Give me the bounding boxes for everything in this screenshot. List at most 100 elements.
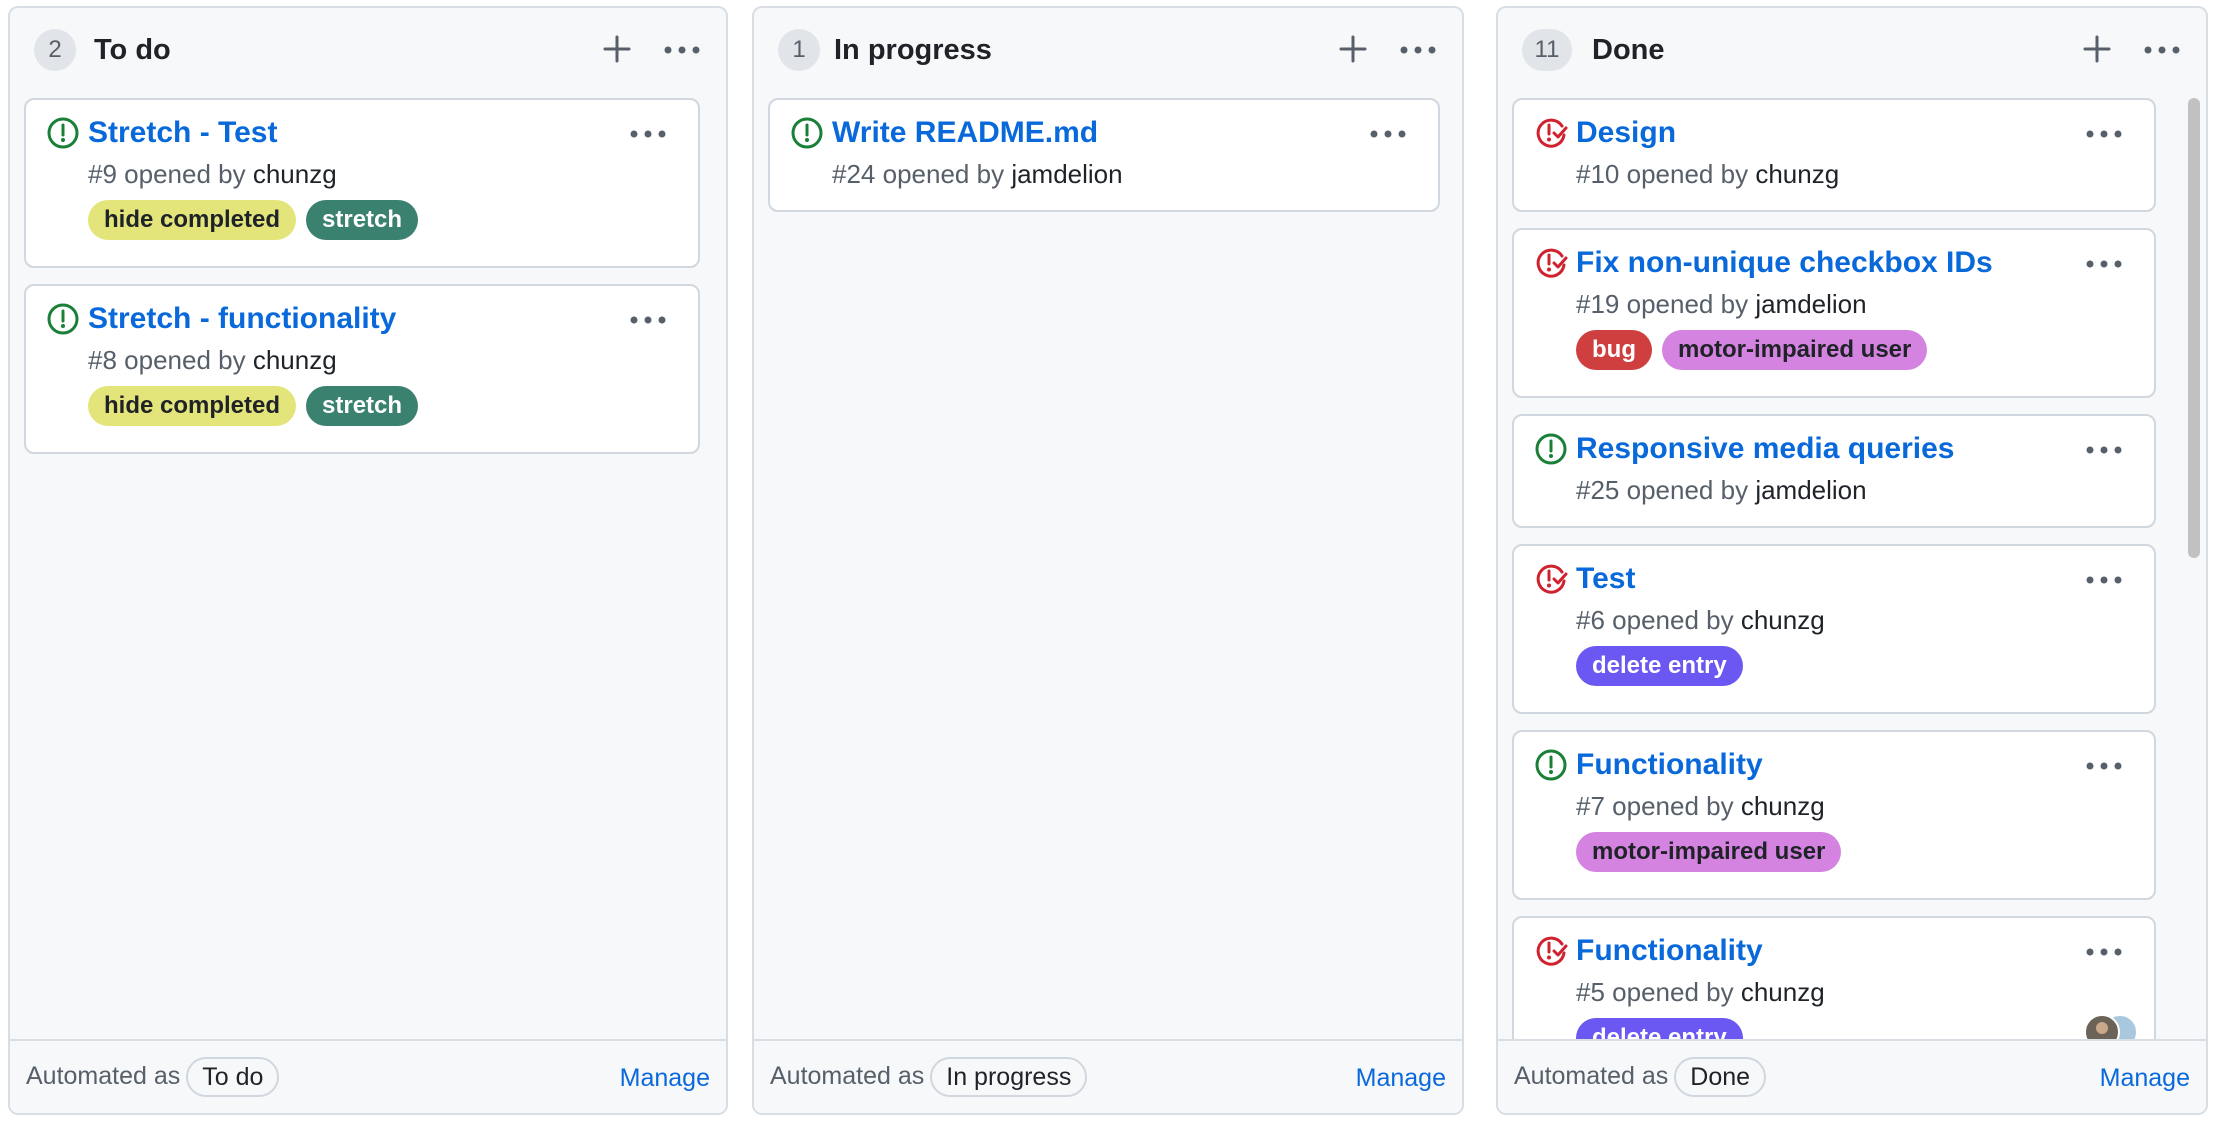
label-delete-entry[interactable]: delete entry bbox=[1576, 1018, 1743, 1041]
label-list: delete entry bbox=[1576, 646, 1743, 686]
column-to-do: 2 To do Stretch - Test #9 opened by chun… bbox=[8, 6, 728, 1115]
issue-card[interactable]: Functionality #5 opened by chunzg delete… bbox=[1512, 916, 2156, 1041]
opened-by-text: opened by bbox=[1612, 605, 1734, 635]
issue-card[interactable]: Design #10 opened by chunzg bbox=[1512, 98, 2156, 212]
label-motor-impaired-user[interactable]: motor-impaired user bbox=[1661, 330, 1928, 370]
automation-badge: To do bbox=[186, 1057, 280, 1098]
card-menu-kebab-icon[interactable] bbox=[2084, 440, 2124, 460]
opened-by-text: opened by bbox=[1626, 289, 1749, 319]
issue-title-link[interactable]: Stretch - functionality bbox=[88, 300, 396, 338]
column-header: 11 Done bbox=[1498, 8, 2206, 96]
issue-author-link[interactable]: jamdelion bbox=[1755, 475, 1866, 505]
column-title: To do bbox=[94, 34, 171, 66]
issue-author-link[interactable]: chunzg bbox=[1755, 159, 1839, 189]
automated-as-text: Automated as bbox=[26, 1062, 181, 1090]
column-in-progress: 1 In progress Write README.md #24 opened… bbox=[752, 6, 1464, 1115]
issue-card[interactable]: Stretch - Test #9 opened by chunzg hide … bbox=[24, 98, 700, 268]
label-hide-completed[interactable]: hide completed bbox=[88, 386, 297, 426]
issue-closed-icon bbox=[1534, 116, 1568, 150]
issue-card[interactable]: Write README.md #24 opened by jamdelion bbox=[768, 98, 1440, 212]
column-footer: Automated as In progress Manage bbox=[754, 1039, 1462, 1113]
label-hide-completed[interactable]: hide completed bbox=[88, 200, 297, 240]
card-menu-kebab-icon[interactable] bbox=[2084, 942, 2124, 962]
manage-automation-link[interactable]: Manage bbox=[620, 1059, 710, 1097]
opened-by-text: opened by bbox=[124, 159, 246, 189]
issue-card[interactable]: Test #6 opened by chunzg delete entry bbox=[1512, 544, 2156, 714]
issue-title-link[interactable]: Write README.md bbox=[832, 114, 1098, 152]
issue-card[interactable]: Stretch - functionality #8 opened by chu… bbox=[24, 284, 700, 454]
add-card-plus-icon[interactable] bbox=[600, 32, 634, 66]
card-menu-kebab-icon[interactable] bbox=[2084, 756, 2124, 776]
label-bug[interactable]: bug bbox=[1576, 330, 1652, 370]
issue-card[interactable]: Functionality #7 opened by chunzg motor-… bbox=[1512, 730, 2156, 900]
label-stretch[interactable]: stretch bbox=[306, 200, 419, 240]
automation-info: Automated as In progress bbox=[770, 1057, 1088, 1098]
issue-title-link[interactable]: Functionality bbox=[1576, 932, 1763, 970]
column-menu-kebab-icon[interactable] bbox=[1398, 40, 1438, 60]
automation-badge: Done bbox=[1674, 1057, 1767, 1098]
opened-by-text: opened by bbox=[1626, 159, 1749, 189]
issue-opened-icon bbox=[46, 116, 80, 150]
manage-automation-link[interactable]: Manage bbox=[2100, 1059, 2190, 1097]
opened-by-text: opened by bbox=[882, 159, 1005, 189]
card-menu-kebab-icon[interactable] bbox=[628, 310, 668, 330]
column-header: 2 To do bbox=[10, 8, 726, 96]
column-count-badge: 2 bbox=[34, 29, 76, 71]
issue-number: #9 bbox=[88, 159, 117, 189]
opened-by-text: opened by bbox=[1612, 977, 1734, 1007]
card-list: Design #10 opened by chunzg Fix non-uniq… bbox=[1512, 92, 2176, 1041]
card-menu-kebab-icon[interactable] bbox=[628, 124, 668, 144]
card-menu-kebab-icon[interactable] bbox=[2084, 254, 2124, 274]
label-list: motor-impaired user bbox=[1576, 832, 1842, 872]
issue-author-link[interactable]: chunzg bbox=[253, 345, 337, 375]
issue-title-link[interactable]: Responsive media queries bbox=[1576, 430, 1955, 468]
add-card-plus-icon[interactable] bbox=[2080, 32, 2114, 66]
column-menu-kebab-icon[interactable] bbox=[662, 40, 702, 60]
automation-info: Automated as Done bbox=[1514, 1057, 1767, 1098]
issue-number: #10 bbox=[1576, 159, 1620, 189]
issue-title-link[interactable]: Design bbox=[1576, 114, 1676, 152]
issue-title-link[interactable]: Test bbox=[1576, 560, 1635, 598]
column-header: 1 In progress bbox=[754, 8, 1462, 96]
column-footer: Automated as Done Manage bbox=[1498, 1039, 2206, 1113]
automated-as-text: Automated as bbox=[770, 1062, 925, 1090]
issue-author-link[interactable]: chunzg bbox=[1741, 791, 1825, 821]
issue-number: #6 bbox=[1576, 605, 1605, 635]
column-scrollbar[interactable] bbox=[2188, 98, 2200, 558]
issue-meta: #6 opened by chunzg bbox=[1576, 603, 1825, 637]
add-card-plus-icon[interactable] bbox=[1336, 32, 1370, 66]
column-footer: Automated as To do Manage bbox=[10, 1039, 726, 1113]
opened-by-text: opened by bbox=[124, 345, 246, 375]
issue-author-link[interactable]: jamdelion bbox=[1755, 289, 1866, 319]
issue-meta: #7 opened by chunzg bbox=[1576, 789, 1825, 823]
issue-closed-icon bbox=[1534, 562, 1568, 596]
project-board: 2 To do Stretch - Test #9 opened by chun… bbox=[0, 0, 2216, 1122]
issue-meta: #9 opened by chunzg bbox=[88, 157, 337, 191]
issue-title-link[interactable]: Fix non-unique checkbox IDs bbox=[1576, 244, 1993, 282]
label-stretch[interactable]: stretch bbox=[306, 386, 419, 426]
issue-meta: #24 opened by jamdelion bbox=[832, 157, 1123, 191]
issue-card[interactable]: Fix non-unique checkbox IDs #19 opened b… bbox=[1512, 228, 2156, 398]
automation-badge: In progress bbox=[930, 1057, 1088, 1098]
column-menu-kebab-icon[interactable] bbox=[2142, 40, 2182, 60]
issue-author-link[interactable]: chunzg bbox=[1741, 977, 1825, 1007]
manage-automation-link[interactable]: Manage bbox=[1356, 1059, 1446, 1097]
issue-opened-icon bbox=[46, 302, 80, 336]
automation-info: Automated as To do bbox=[26, 1057, 280, 1098]
issue-card[interactable]: Responsive media queries #25 opened by j… bbox=[1512, 414, 2156, 528]
issue-author-link[interactable]: chunzg bbox=[1741, 605, 1825, 635]
issue-closed-icon bbox=[1534, 246, 1568, 280]
card-menu-kebab-icon[interactable] bbox=[2084, 570, 2124, 590]
issue-author-link[interactable]: jamdelion bbox=[1011, 159, 1122, 189]
label-delete-entry[interactable]: delete entry bbox=[1576, 646, 1743, 686]
issue-title-link[interactable]: Functionality bbox=[1576, 746, 1763, 784]
label-list: hide completed stretch bbox=[88, 386, 419, 426]
card-menu-kebab-icon[interactable] bbox=[2084, 124, 2124, 144]
issue-author-link[interactable]: chunzg bbox=[253, 159, 337, 189]
automated-as-text: Automated as bbox=[1514, 1062, 1669, 1090]
card-menu-kebab-icon[interactable] bbox=[1368, 124, 1408, 144]
label-motor-impaired-user[interactable]: motor-impaired user bbox=[1576, 832, 1842, 872]
avatar-stack-icon[interactable] bbox=[2080, 1012, 2140, 1041]
issue-title-link[interactable]: Stretch - Test bbox=[88, 114, 277, 152]
card-list: Write README.md #24 opened by jamdelion bbox=[768, 92, 1448, 1041]
